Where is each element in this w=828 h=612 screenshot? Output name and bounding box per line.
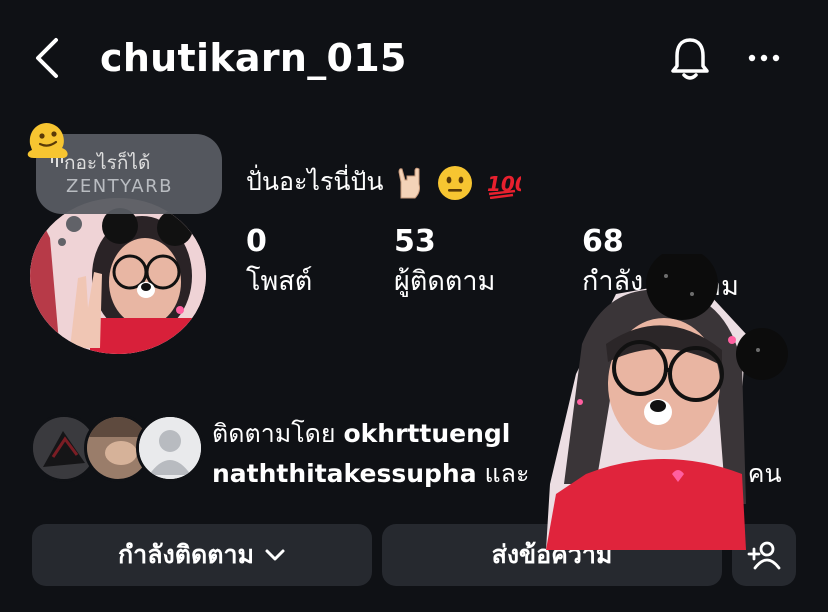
display-name-text: ปั่นอะไรนี่ปัน (246, 167, 384, 196)
followed-by-conjunction: และ (484, 459, 530, 488)
bell-icon[interactable] (668, 36, 712, 82)
stat-followers[interactable]: 53 ผู้ติดตาม (394, 224, 495, 302)
followed-by-line-1[interactable]: ติดตามโดย okhrttuengl (212, 414, 510, 454)
back-icon[interactable] (30, 36, 66, 80)
followed-by-user-2[interactable]: naththitakessupha (212, 459, 477, 488)
following-button[interactable]: กำลังติดตาม (32, 524, 372, 586)
profile-avatar[interactable] (30, 198, 206, 354)
posts-label: โพสต์ (246, 266, 313, 297)
avatar-photo (30, 198, 206, 354)
posts-count: 0 (246, 224, 267, 259)
melting-face-emoji-icon (27, 122, 68, 158)
profile-display-name: ปั่นอะไรนี่ปัน 100 (246, 162, 521, 202)
note-bubble-tail (66, 216, 82, 232)
chevron-down-icon (265, 549, 285, 561)
profile-username: chutikarn_015 (100, 36, 407, 80)
followed-by-user-1[interactable]: okhrttuengl (344, 419, 511, 448)
followers-count: 53 (394, 224, 436, 259)
neutral-face-emoji-icon (438, 166, 473, 200)
followed-by-prefix: ติดตามโดย (212, 419, 336, 448)
rock-hand-emoji-icon (398, 167, 421, 199)
hundred-points-emoji-icon: 100 (487, 172, 521, 199)
note-bubble-tail-small (58, 238, 66, 246)
note-text: กอะไรก็ได้ (64, 152, 151, 174)
followers-label: ผู้ติดตาม (394, 266, 496, 297)
follower-avatar-default (136, 414, 204, 482)
more-options-icon[interactable] (746, 46, 782, 70)
overlay-sticker-photo (546, 254, 788, 550)
note-subtext: ZENTYARB (66, 176, 173, 197)
stat-posts[interactable]: 0 โพสต์ (246, 224, 312, 302)
followed-by-line-2[interactable]: naththitakessupha และ (212, 454, 529, 494)
following-button-label: กำลังติดตาม (118, 540, 254, 569)
